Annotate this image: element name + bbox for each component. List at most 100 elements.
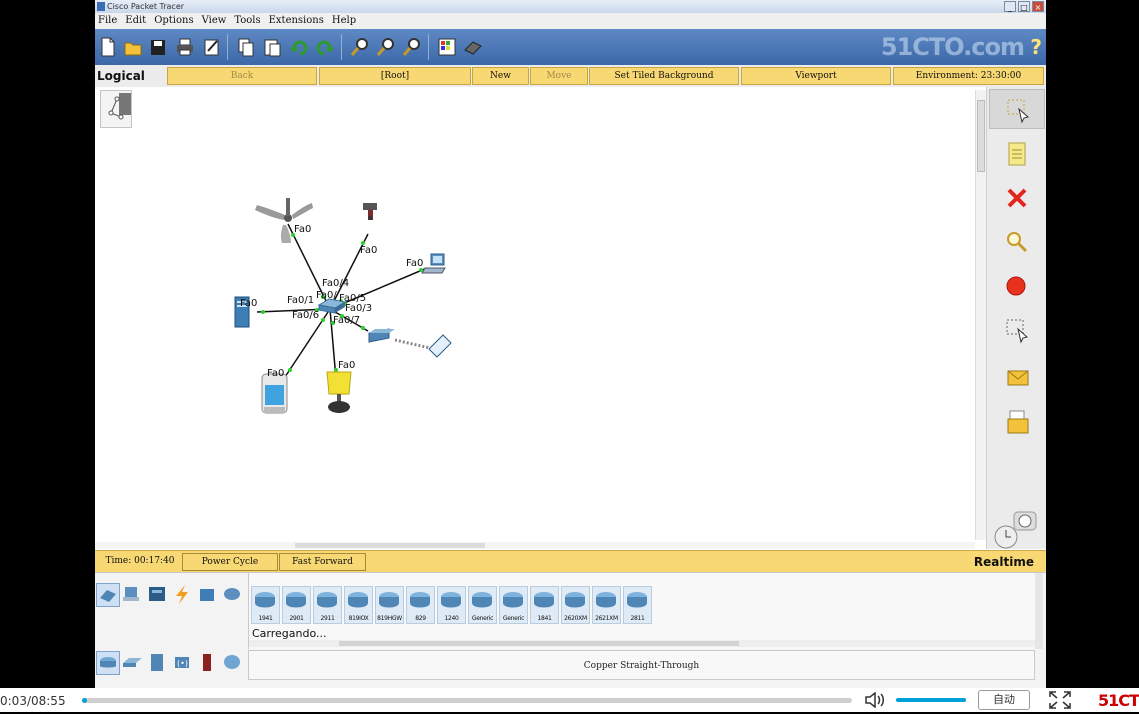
device-generic-2[interactable]: Generic — [499, 586, 528, 624]
fast-forward-time-button[interactable]: Fast Forward Time — [279, 553, 366, 583]
app-icon — [97, 2, 105, 11]
menu-options[interactable]: Options — [154, 13, 193, 29]
move-object-button[interactable]: Move Object — [530, 67, 588, 97]
fullscreen-icon[interactable] — [1047, 690, 1073, 710]
resize-icon[interactable] — [1002, 315, 1032, 345]
miscellaneous-icon[interactable] — [196, 583, 220, 607]
lamp-icon[interactable] — [326, 371, 352, 413]
switch-port-fa01: Fa0/1 — [287, 295, 314, 306]
root-button[interactable]: [Root] — [319, 67, 471, 85]
menu-file[interactable]: File — [98, 13, 117, 29]
wireless-devices-icon[interactable]: (•) — [171, 651, 195, 675]
menu-edit[interactable]: Edit — [125, 13, 146, 29]
end-devices-icon[interactable] — [121, 583, 145, 607]
device-2620xm[interactable]: 2620XM — [561, 586, 590, 624]
device-2901[interactable]: 2901 — [282, 586, 311, 624]
progress-bar[interactable] — [82, 698, 852, 703]
ceiling-fan-icon[interactable] — [255, 198, 313, 243]
volume-icon[interactable] — [864, 691, 886, 709]
print-icon[interactable] — [175, 36, 195, 58]
environment-button[interactable]: Environment: 23:30:00 — [893, 67, 1044, 85]
workspace-horizontal-scrollbar[interactable] — [95, 542, 975, 549]
device-list-scrollbar[interactable] — [249, 640, 1036, 647]
set-tiled-background-button[interactable]: Set Tiled Background — [589, 67, 739, 85]
video-player-bar: 0:03/08:55 自动 51CT — [0, 688, 1139, 712]
inspect-icon[interactable] — [1002, 227, 1032, 257]
new-file-icon[interactable] — [98, 36, 118, 58]
new-cluster-button[interactable]: New Cluster — [472, 67, 529, 97]
volume-slider[interactable] — [896, 698, 966, 702]
draw-shape-icon[interactable] — [1002, 271, 1032, 301]
wan-emulation-icon[interactable] — [221, 651, 245, 675]
network-devices-icon[interactable] — [96, 583, 120, 607]
viewport-button[interactable]: Viewport — [741, 67, 891, 85]
open-folder-icon[interactable] — [123, 36, 143, 58]
connections-icon[interactable] — [171, 583, 195, 607]
device-819hgw[interactable]: 819HGW — [375, 586, 404, 624]
zoom-out-icon[interactable] — [402, 36, 422, 58]
device-819iox[interactable]: 819IOX — [344, 586, 373, 624]
components-icon[interactable] — [146, 583, 170, 607]
watermark-logo: 51CTO.com — [880, 33, 1025, 61]
loading-text: Carregando... — [252, 627, 327, 640]
switches-icon[interactable] — [121, 651, 145, 675]
menu-extensions[interactable]: Extensions — [269, 13, 324, 29]
menu-tools[interactable]: Tools — [234, 13, 260, 29]
add-complex-pdu-icon[interactable] — [1002, 407, 1032, 437]
help-icon[interactable]: ? — [1030, 35, 1042, 59]
device-1941[interactable]: 1941 — [251, 586, 280, 624]
fan-port-label: Fa0 — [294, 224, 311, 235]
copy-icon[interactable] — [236, 36, 256, 58]
menu-help[interactable]: Help — [332, 13, 356, 29]
activity-wizard-icon[interactable] — [202, 36, 222, 58]
device-1240[interactable]: 1240 — [437, 586, 466, 624]
device-generic-1[interactable]: Generic — [468, 586, 497, 624]
device-subcategory-row: (•) — [95, 645, 247, 681]
routers-icon[interactable] — [96, 651, 120, 675]
realtime-clock-icon[interactable] — [990, 510, 1040, 550]
device-2621xm[interactable]: 2621XM — [592, 586, 621, 624]
power-cycle-devices-button[interactable]: Power Cycle Devices — [182, 553, 278, 583]
printer-icon[interactable] — [261, 373, 288, 414]
palette-icon[interactable] — [437, 36, 457, 58]
simulation-time: Time: 00:17:40 — [99, 553, 181, 571]
logical-workspace[interactable]: Fa0 Fa0 Fa0 Fa0 Fa0 Fa0 Fa0/4 Fa0/ Fa0/5… — [95, 87, 986, 549]
window-title: Cisco Packet Tracer — [107, 2, 185, 11]
maximize-button[interactable]: □ — [1018, 1, 1030, 12]
hubs-icon[interactable] — [146, 651, 170, 675]
wireless-router-icon[interactable] — [368, 328, 452, 358]
device-829[interactable]: 829 — [406, 586, 435, 624]
add-simple-pdu-icon[interactable] — [1002, 363, 1032, 393]
realtime-mode-label[interactable]: Realtime — [974, 555, 1034, 569]
menu-view[interactable]: View — [202, 13, 227, 29]
quality-auto-button[interactable]: 自动 — [978, 690, 1030, 710]
logical-mode-label[interactable]: Logical — [97, 69, 145, 83]
player-logo: 51CT — [1098, 691, 1139, 710]
select-tool-icon[interactable] — [989, 89, 1045, 129]
menu-bar: File Edit Options View Tools Extensions … — [95, 13, 1046, 29]
title-bar: Cisco Packet Tracer _ □ × — [95, 0, 1046, 13]
paste-icon[interactable] — [262, 36, 282, 58]
close-button[interactable]: × — [1032, 1, 1044, 12]
redo-icon[interactable] — [315, 36, 335, 58]
zoom-reset-icon[interactable] — [376, 36, 396, 58]
delete-icon[interactable] — [1002, 183, 1032, 213]
workspace-vertical-scrollbar[interactable] — [975, 90, 986, 540]
note-icon[interactable] — [1002, 139, 1032, 169]
minimize-button[interactable]: _ — [1004, 1, 1016, 12]
device-2911[interactable]: 2911 — [313, 586, 342, 624]
device-1841[interactable]: 1841 — [530, 586, 559, 624]
sprinkler-icon[interactable] — [363, 203, 377, 220]
topology-canvas[interactable]: Fa0 Fa0 Fa0 Fa0 Fa0 Fa0 Fa0/4 Fa0/ Fa0/5… — [95, 87, 975, 542]
pc-icon[interactable] — [421, 253, 446, 274]
security-icon[interactable] — [196, 651, 220, 675]
undo-icon[interactable] — [289, 36, 309, 58]
progress-fill — [82, 698, 87, 703]
zoom-in-icon[interactable] — [350, 36, 370, 58]
save-icon[interactable] — [148, 36, 168, 58]
back-button[interactable]: Back — [167, 67, 317, 85]
main-toolbar: 51CTO.com ? — [95, 29, 1046, 65]
device-2811[interactable]: 2811 — [623, 586, 652, 624]
multiuser-icon[interactable] — [221, 583, 245, 607]
custom-device-icon[interactable] — [463, 36, 483, 58]
